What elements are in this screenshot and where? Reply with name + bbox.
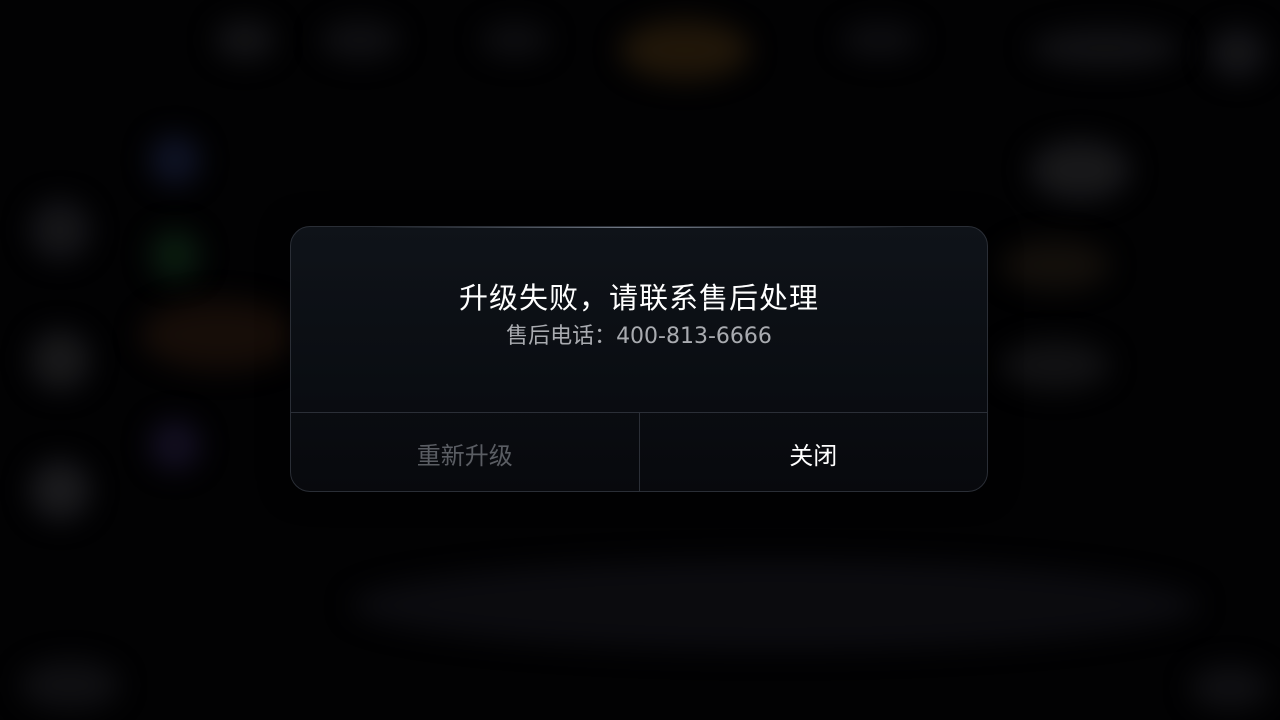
background-blob [30,460,90,520]
background-blob [30,200,90,260]
background-blob [20,660,120,710]
background-blob [1190,665,1270,710]
dialog-body: 升级失败，请联系售后处理 售后电话：400-813-6666 [291,227,987,412]
background-blob [320,20,400,60]
background-blob [30,330,90,390]
upgrade-failed-dialog: 升级失败，请联系售后处理 售后电话：400-813-6666 重新升级 关闭 [290,226,988,492]
dialog-title: 升级失败，请联系售后处理 [458,281,819,315]
background-blob [140,300,300,370]
background-blob [150,135,200,185]
background-blob [840,22,920,58]
background-blob [620,20,750,80]
background-blob [1030,140,1130,200]
close-button[interactable]: 关闭 [640,413,988,491]
background-blob [1210,28,1265,78]
background-blob [1030,28,1180,68]
background-blob [350,560,1200,650]
background-blob [480,22,550,58]
blurred-background: 升级失败，请联系售后处理 售后电话：400-813-6666 重新升级 关闭 [0,0,1280,720]
support-phone-text: 售后电话：400-813-6666 [506,324,772,349]
background-blob [150,230,200,280]
dialog-actions: 重新升级 关闭 [291,412,988,491]
background-blob [215,20,275,60]
background-blob [1000,340,1110,390]
background-blob [1000,240,1110,290]
retry-upgrade-button[interactable]: 重新升级 [291,413,640,491]
background-blob [150,420,200,470]
